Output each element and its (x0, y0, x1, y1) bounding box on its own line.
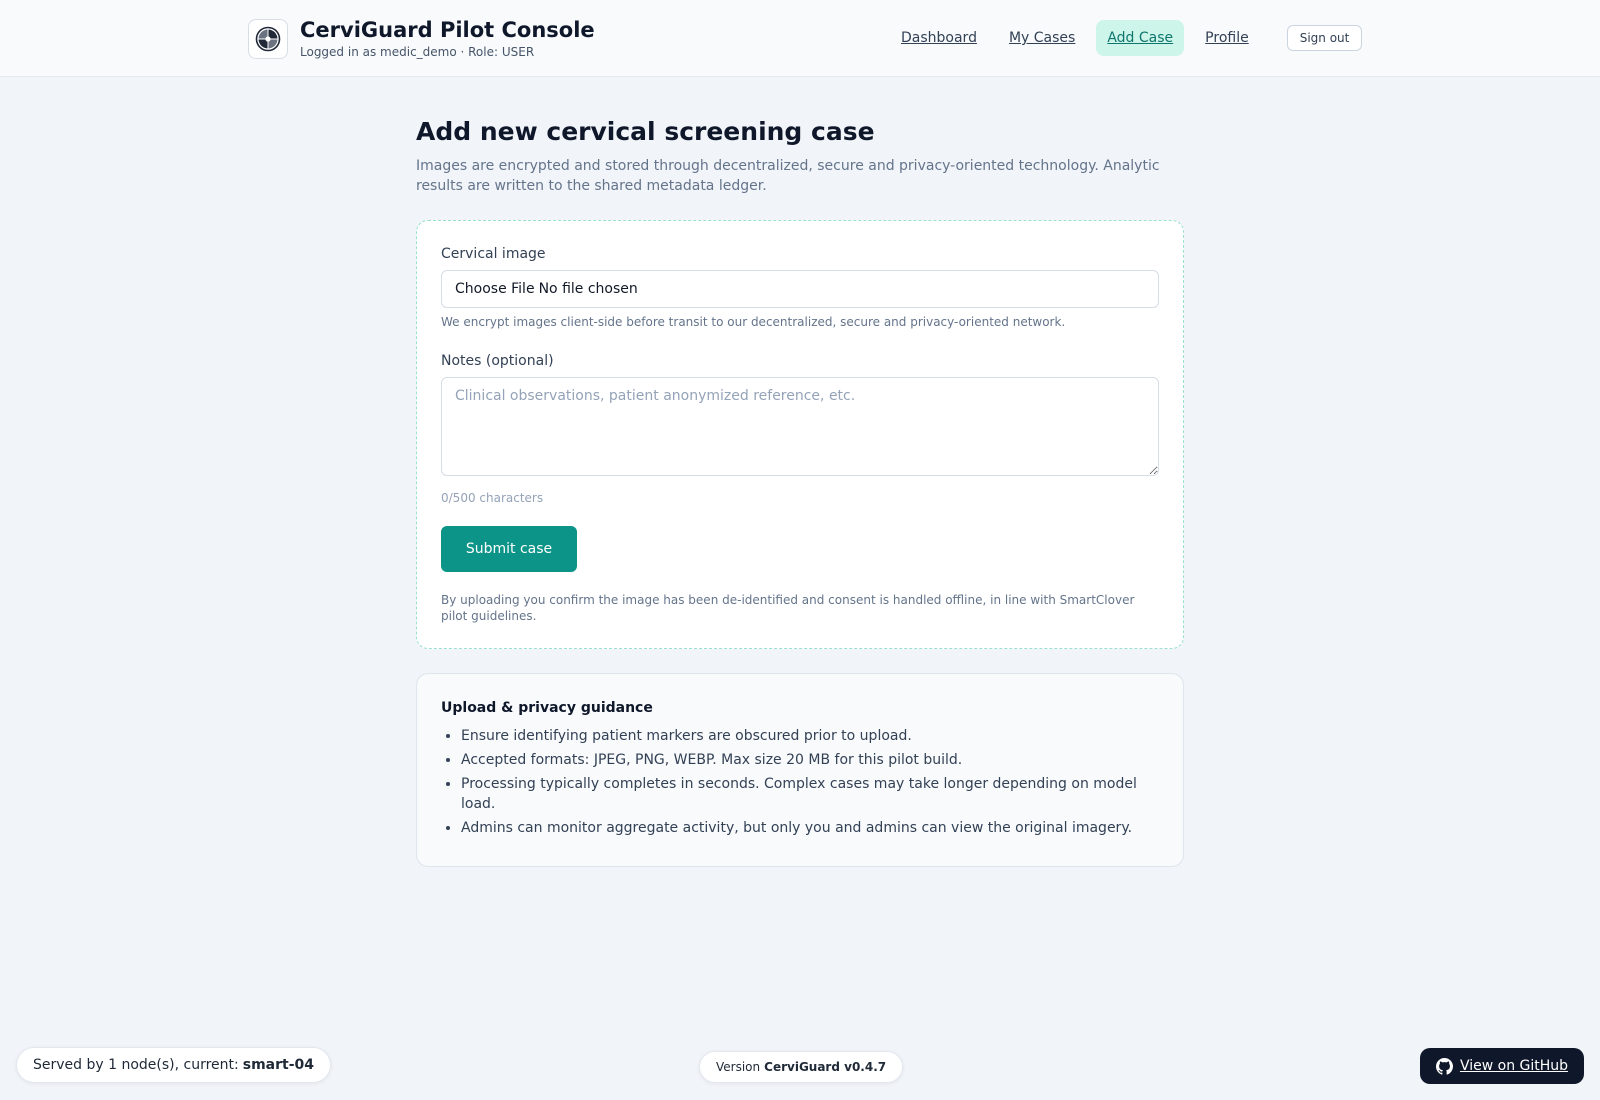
character-counter: 0/500 characters (441, 491, 544, 505)
guidance-item: Admins can monitor aggregate activity, b… (461, 818, 1159, 838)
version-badge: Version CerviGuard v0.4.7 (699, 1051, 904, 1083)
version-value: CerviGuard v0.4.7 (764, 1060, 887, 1074)
nav-profile[interactable]: Profile (1194, 20, 1260, 56)
page-description: Images are encrypted and stored through … (416, 158, 1160, 194)
top-bar: CerviGuard Pilot Console Logged in as me… (0, 0, 1600, 77)
nav-add-case[interactable]: Add Case (1096, 20, 1185, 56)
guidance-item: Ensure identifying patient markers are o… (461, 726, 1159, 746)
github-icon (1435, 1057, 1453, 1075)
sign-out-button[interactable]: Sign out (1286, 25, 1363, 51)
version-label: Version (716, 1060, 761, 1074)
app-title: CerviGuard Pilot Console (300, 18, 595, 42)
image-hint: We encrypt images client-side before tra… (441, 315, 1066, 329)
main-nav: Dashboard My Cases Add Case Profile Sign… (890, 20, 1363, 56)
nav-my-cases[interactable]: My Cases (998, 20, 1086, 56)
guidance-title: Upload & privacy guidance (441, 700, 653, 716)
nav-dashboard[interactable]: Dashboard (890, 20, 988, 56)
guidance-list: Ensure identifying patient markers are o… (441, 726, 1159, 838)
brand: CerviGuard Pilot Console Logged in as me… (248, 18, 595, 59)
choose-file-button[interactable]: Choose File (455, 281, 535, 297)
cervical-image-file-input[interactable]: Choose File No file chosen (441, 270, 1159, 308)
guidance-item: Processing typically completes in second… (461, 774, 1159, 814)
github-link-label: View on GitHub (1459, 1058, 1569, 1074)
node-name: smart-04 (242, 1057, 315, 1073)
node-status-badge: Served by 1 node(s), current: smart-04 (16, 1047, 332, 1083)
privacy-guidance-card: Upload & privacy guidance Ensure identif… (416, 673, 1184, 867)
view-on-github-link[interactable]: View on GitHub (1420, 1048, 1584, 1084)
notes-textarea[interactable] (441, 377, 1159, 476)
image-field-label: Cervical image (441, 246, 546, 262)
user-role-info: Logged in as medic_demo · Role: USER (300, 45, 535, 59)
guidance-item: Accepted formats: JPEG, PNG, WEBP. Max s… (461, 750, 1159, 770)
main-content: Add new cervical screening case Images a… (416, 116, 1184, 867)
submit-case-button[interactable]: Submit case (441, 526, 577, 572)
add-case-form: Cervical image Choose File No file chose… (416, 220, 1184, 649)
node-status-label: Served by 1 node(s), current: (33, 1057, 239, 1073)
file-status-text: No file chosen (538, 281, 638, 297)
notes-field-label: Notes (optional) (441, 353, 554, 369)
page-title: Add new cervical screening case (416, 117, 875, 146)
aperture-icon (248, 18, 288, 59)
consent-notice: By uploading you confirm the image has b… (441, 593, 1135, 623)
